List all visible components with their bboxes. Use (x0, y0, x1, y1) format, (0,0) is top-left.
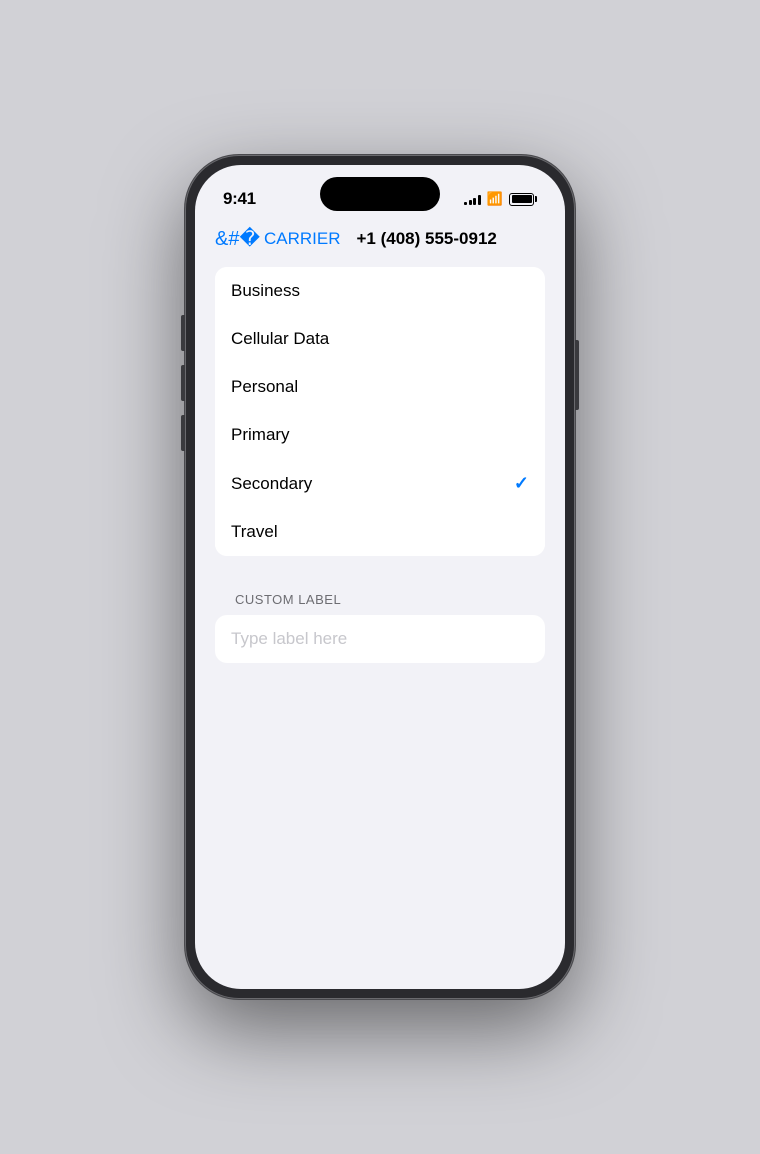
phone-screen: 9:41 📶 &#� CARRIER +1 (408) 555- (195, 165, 565, 989)
wifi-icon: 📶 (487, 191, 503, 207)
list-item-personal[interactable]: Personal (215, 363, 545, 411)
list-item-label: Personal (231, 377, 298, 397)
list-item-label: Cellular Data (231, 329, 329, 349)
signal-icon (464, 193, 481, 205)
custom-label-input[interactable] (231, 629, 529, 649)
back-chevron-icon: &#� (215, 226, 260, 251)
back-button[interactable]: &#� CARRIER (215, 227, 341, 251)
main-content: Business Cellular Data Personal Primary … (195, 267, 565, 663)
page-title: +1 (408) 555-0912 (357, 229, 497, 249)
list-item-cellular-data[interactable]: Cellular Data (215, 315, 545, 363)
label-list: Business Cellular Data Personal Primary … (215, 267, 545, 556)
list-item-business[interactable]: Business (215, 267, 545, 315)
battery-icon (509, 193, 537, 206)
list-item-primary[interactable]: Primary (215, 411, 545, 459)
status-icons: 📶 (464, 191, 537, 207)
list-item-travel[interactable]: Travel (215, 508, 545, 556)
back-label: CARRIER (264, 229, 341, 249)
nav-bar: &#� CARRIER +1 (408) 555-0912 (195, 219, 565, 267)
list-item-label: Secondary (231, 474, 312, 494)
custom-label-section-header: CUSTOM LABEL (215, 592, 545, 615)
status-time: 9:41 (223, 189, 256, 209)
list-item-label: Primary (231, 425, 290, 445)
list-item-label: Business (231, 281, 300, 301)
phone-frame: 9:41 📶 &#� CARRIER +1 (408) 555- (185, 155, 575, 999)
list-item-secondary[interactable]: Secondary ✓ (215, 459, 545, 508)
dynamic-island (320, 177, 440, 211)
custom-label-input-wrapper (215, 615, 545, 663)
checkmark-icon: ✓ (514, 473, 529, 494)
list-item-label: Travel (231, 522, 278, 542)
